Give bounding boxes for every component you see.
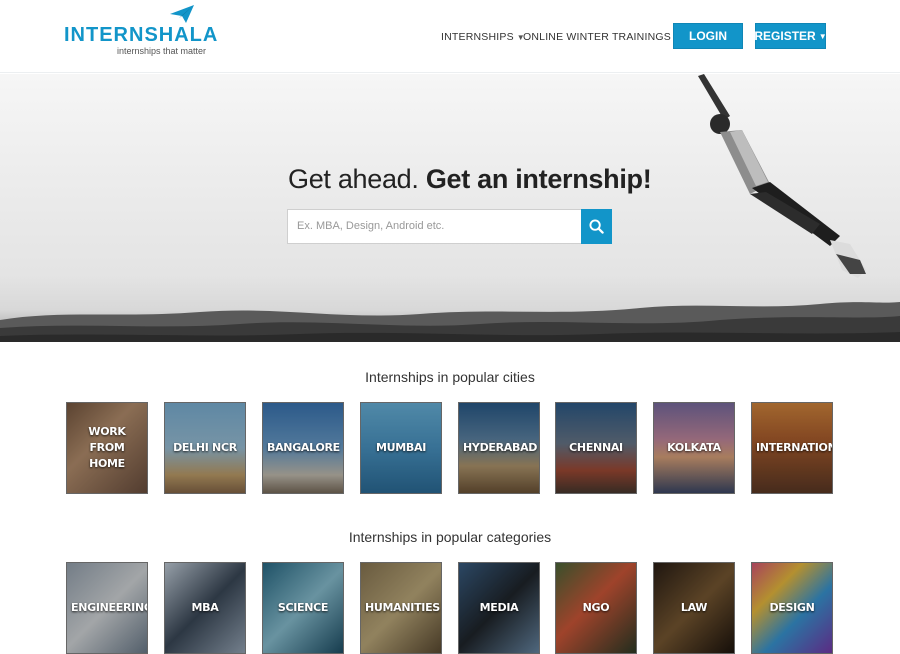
tile-label: SCIENCE bbox=[277, 601, 329, 614]
tile-label: LAW bbox=[680, 601, 708, 614]
hero-landscape-image bbox=[0, 302, 900, 342]
logo-tagline: internships that matter bbox=[117, 46, 207, 56]
tile-label: DELHI NCR bbox=[173, 441, 237, 454]
tile-label: CHENNAI bbox=[569, 441, 623, 454]
category-tile-science[interactable]: SCIENCE bbox=[262, 562, 344, 654]
hero-headline-bold: Get an internship! bbox=[425, 164, 652, 194]
search-button[interactable] bbox=[581, 209, 612, 244]
city-tile-mumbai[interactable]: MUMBAI bbox=[360, 402, 442, 494]
tile-label: KOLKATA bbox=[667, 441, 721, 454]
tile-label: INTERNATIONAL bbox=[756, 441, 832, 454]
hero-headline-light: Get ahead. bbox=[288, 164, 419, 194]
hero-banner: Get ahead. Get an internship! Ex. MBA, D… bbox=[0, 74, 900, 342]
site-header: INTERNSHALA internships that matter INTE… bbox=[0, 0, 900, 73]
category-tile-ngo[interactable]: NGO bbox=[555, 562, 637, 654]
category-tile-law[interactable]: LAW bbox=[653, 562, 735, 654]
tile-label: WORK FROM HOME bbox=[88, 425, 126, 470]
tile-label: HYDERABAD bbox=[463, 441, 538, 454]
city-tile-hyderabad[interactable]: HYDERABAD bbox=[458, 402, 540, 494]
tile-label: DESIGN bbox=[769, 601, 815, 614]
nav-trainings-dropdown[interactable]: ONLINE WINTER TRAININGS▼ bbox=[523, 31, 682, 43]
nav-internships-label: INTERNSHIPS bbox=[441, 31, 514, 43]
jumping-person-image bbox=[698, 74, 866, 278]
city-tile-chennai[interactable]: CHENNAI bbox=[555, 402, 637, 494]
search-icon bbox=[589, 219, 604, 234]
tile-label: MUMBAI bbox=[375, 441, 426, 454]
tile-label: MEDIA bbox=[479, 601, 519, 614]
category-tile-engineering[interactable]: ENGINEERING bbox=[66, 562, 148, 654]
category-tile-humanities[interactable]: HUMANITIES bbox=[360, 562, 442, 654]
login-label: LOGIN bbox=[689, 29, 727, 43]
city-tile-international[interactable]: INTERNATIONAL bbox=[751, 402, 833, 494]
login-button[interactable]: LOGIN bbox=[673, 23, 743, 49]
register-label: REGISTER bbox=[754, 29, 816, 43]
category-tile-design[interactable]: DESIGN bbox=[751, 562, 833, 654]
nav-internships-dropdown[interactable]: INTERNSHIPS ▼ bbox=[441, 31, 525, 43]
nav-trainings-label: ONLINE WINTER TRAININGS bbox=[523, 31, 671, 43]
tile-label: HUMANITIES bbox=[365, 601, 440, 614]
hero-headline: Get ahead. Get an internship! bbox=[288, 164, 652, 195]
tile-label: MBA bbox=[191, 601, 219, 614]
city-tile-kolkata[interactable]: KOLKATA bbox=[653, 402, 735, 494]
logo-wordmark: INTERNSHALA bbox=[64, 24, 219, 46]
popular-categories-heading: Internships in popular categories bbox=[348, 529, 552, 545]
paper-plane-icon bbox=[170, 5, 194, 23]
city-tile-delhi-ncr[interactable]: DELHI NCR bbox=[164, 402, 246, 494]
category-tile-mba[interactable]: MBA bbox=[164, 562, 246, 654]
internshala-logo[interactable]: INTERNSHALA internships that matter bbox=[64, 5, 217, 56]
city-tile-bangalore[interactable]: BANGALORE bbox=[262, 402, 344, 494]
caret-down-icon: ▼ bbox=[818, 31, 827, 41]
tile-label: BANGALORE bbox=[267, 441, 340, 454]
register-button[interactable]: REGISTER ▼ bbox=[754, 23, 827, 49]
popular-cities-heading: Internships in popular cities bbox=[365, 369, 535, 385]
category-tile-media[interactable]: MEDIA bbox=[458, 562, 540, 654]
tile-label: ENGINEERING bbox=[71, 601, 148, 614]
city-tile-work-from-home[interactable]: WORK FROM HOME bbox=[66, 402, 148, 494]
tile-label: NGO bbox=[582, 601, 610, 614]
search-input[interactable]: Ex. MBA, Design, Android etc. bbox=[287, 209, 582, 244]
